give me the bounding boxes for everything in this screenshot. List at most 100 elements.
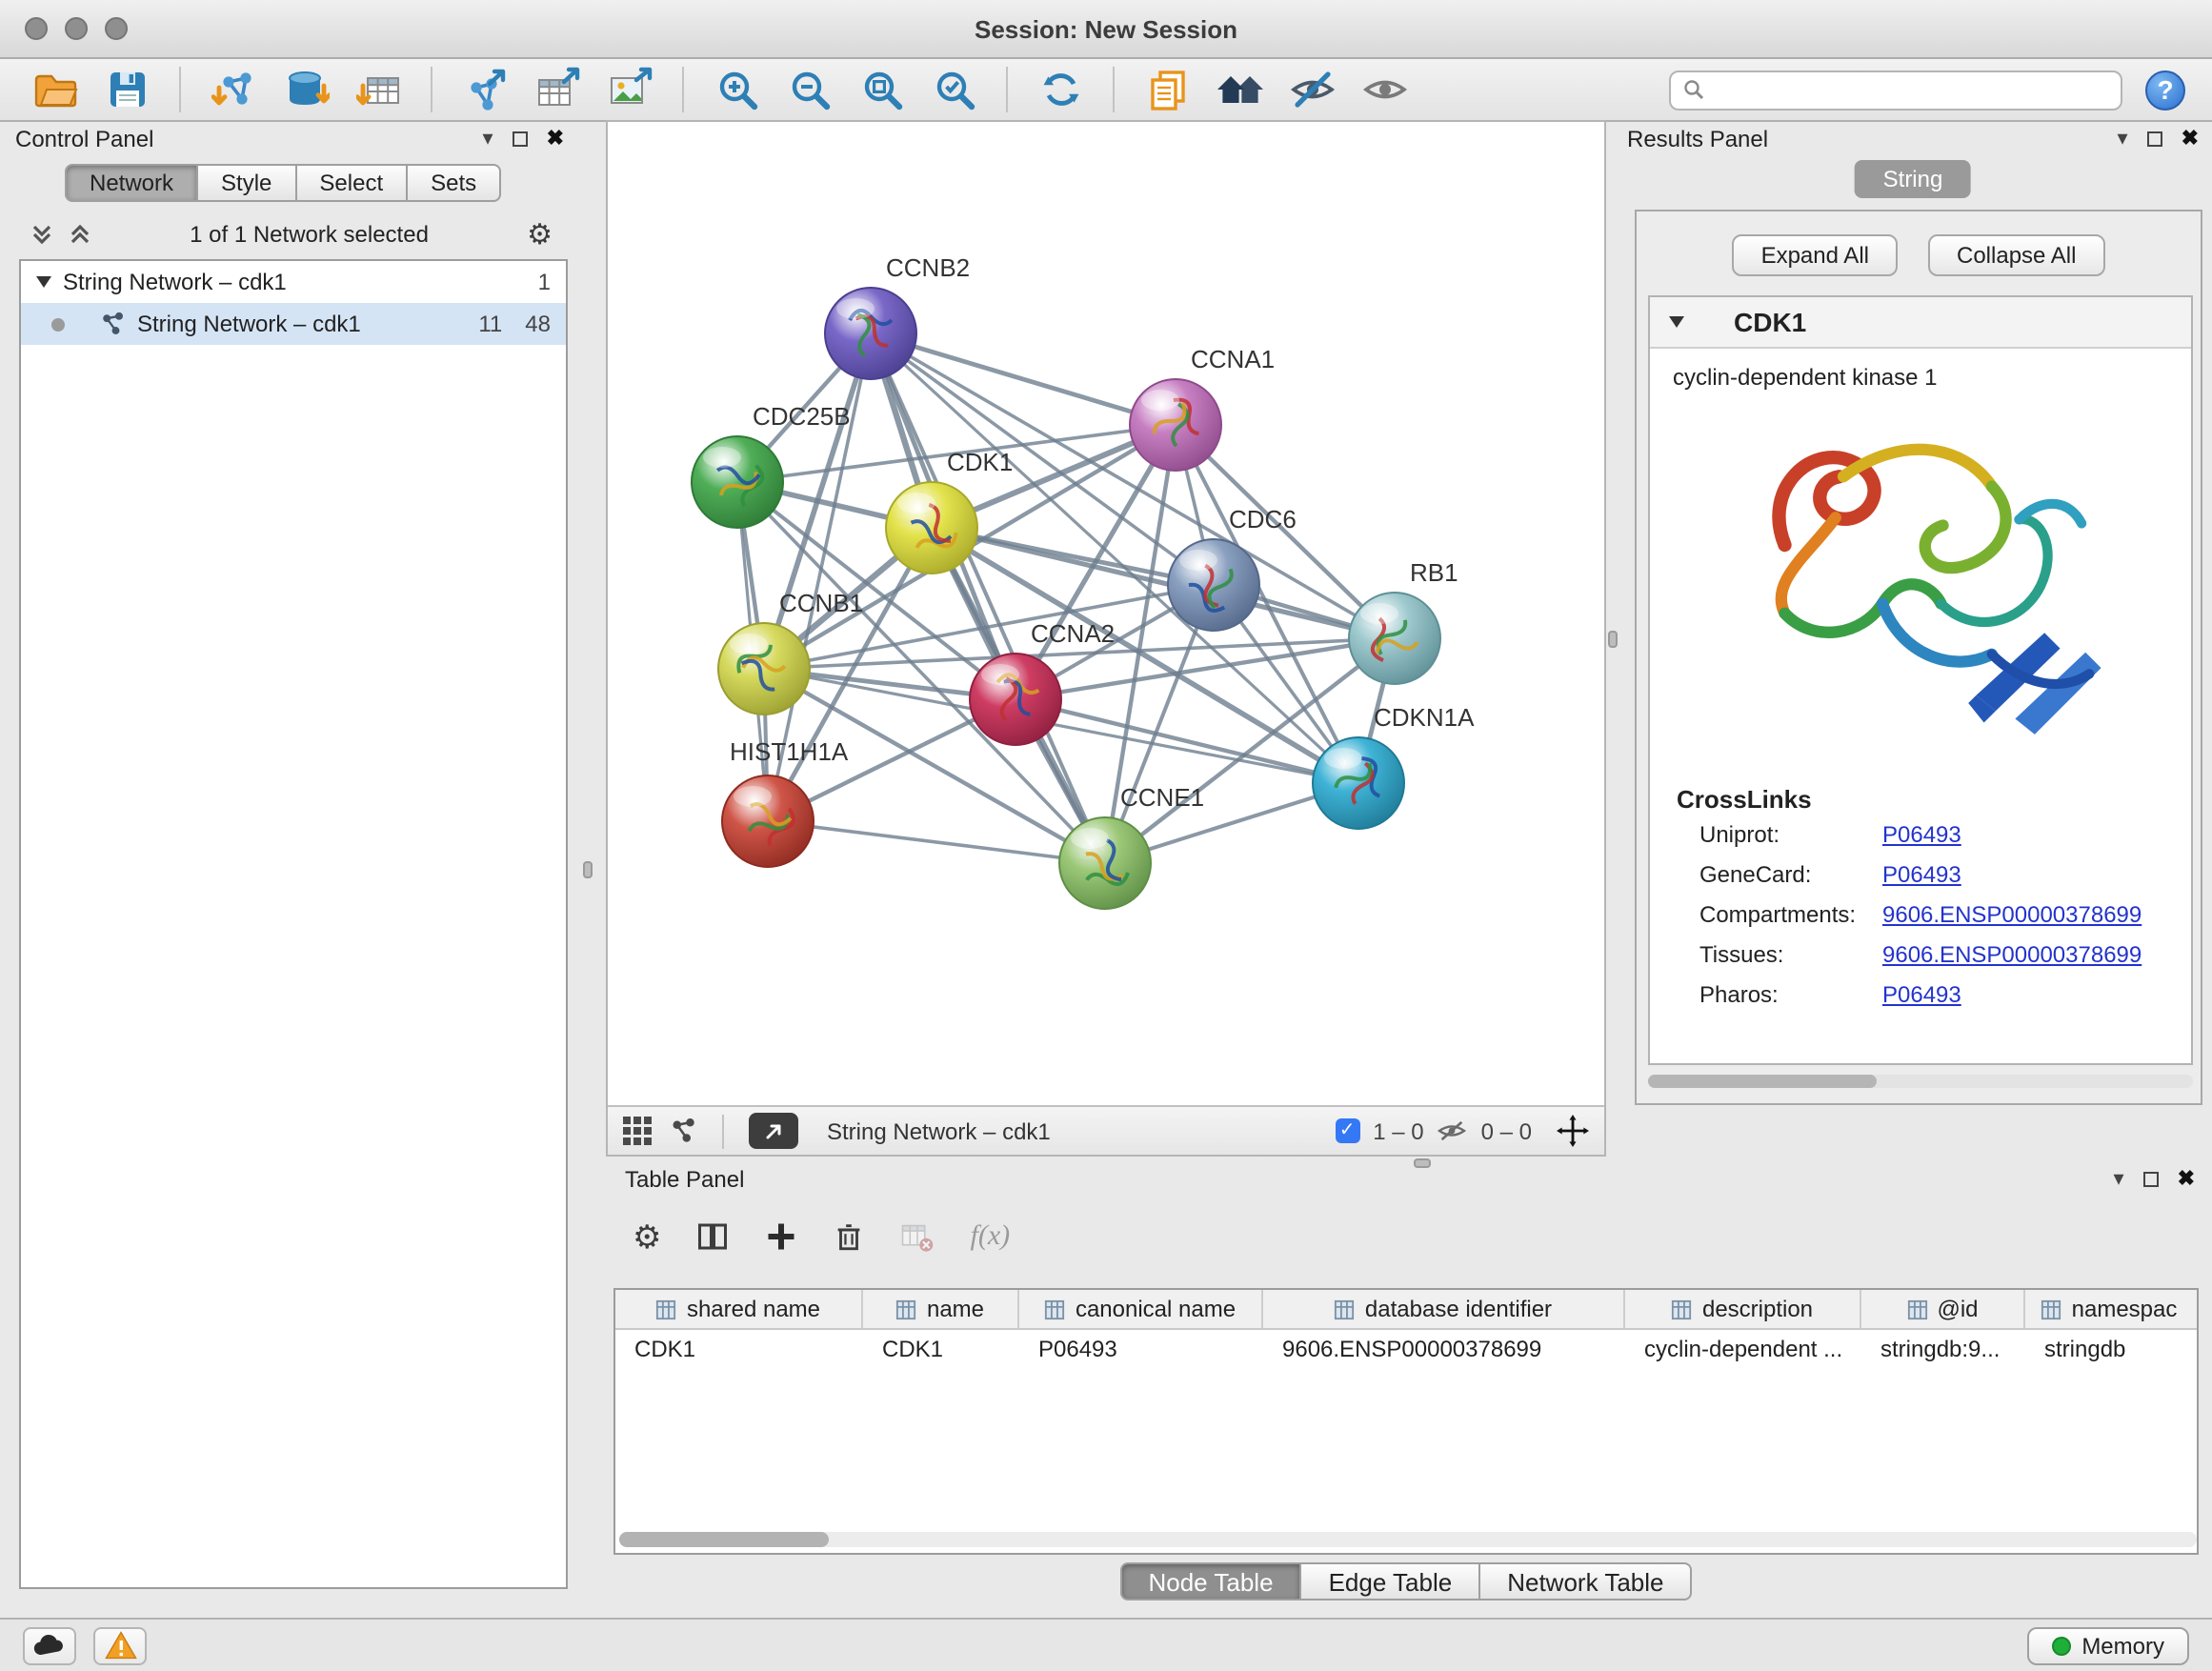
- export-image-icon: [607, 67, 653, 112]
- pharos-link[interactable]: P06493: [1882, 981, 1961, 1008]
- export-image-button[interactable]: [602, 63, 657, 116]
- export-table-button[interactable]: [530, 63, 585, 116]
- column-header[interactable]: namespac: [2025, 1290, 2193, 1328]
- memory-button[interactable]: Memory: [2026, 1626, 2189, 1664]
- import-network-database-button[interactable]: [278, 63, 333, 116]
- section-collapse-icon[interactable]: [1669, 316, 1684, 328]
- pan-crosshair-icon[interactable]: [1557, 1115, 1589, 1147]
- panel-maximize-icon[interactable]: [2143, 1172, 2159, 1187]
- panel-float-icon[interactable]: ▾: [2118, 129, 2128, 150]
- table-horizontal-scrollbar[interactable]: [619, 1532, 2197, 1547]
- compartments-link[interactable]: 9606.ENSP00000378699: [1882, 901, 2142, 928]
- selected-checkbox[interactable]: ✓: [1335, 1118, 1359, 1143]
- import-table-button[interactable]: [351, 63, 406, 116]
- zoom-selected-button[interactable]: [926, 63, 981, 116]
- cell-canonical-name: P06493: [1019, 1330, 1263, 1370]
- panel-float-icon[interactable]: ▾: [483, 129, 493, 150]
- network-list: String Network – cdk1 1 String Network –…: [19, 259, 568, 1589]
- search-field: [1669, 70, 2122, 110]
- zoom-in-button[interactable]: [709, 63, 764, 116]
- bottom-splitter-handle[interactable]: [1414, 1158, 1431, 1168]
- toolbar-separator: [179, 67, 181, 112]
- tab-node-table[interactable]: Node Table: [1119, 1562, 1301, 1601]
- crosslink-row: Uniprot: P06493: [1699, 821, 2191, 848]
- warning-button[interactable]: [93, 1626, 147, 1664]
- network-collection-row[interactable]: String Network – cdk1 1: [21, 261, 566, 303]
- tab-network-table[interactable]: Network Table: [1480, 1562, 1692, 1601]
- collapse-all-icon[interactable]: [30, 223, 53, 246]
- expand-all-icon[interactable]: [69, 223, 91, 246]
- show-columns-icon[interactable]: [696, 1219, 731, 1254]
- network-node-rb1[interactable]: RB1: [1349, 558, 1458, 684]
- add-column-icon[interactable]: [765, 1219, 799, 1254]
- panel-close-icon[interactable]: ✖: [2178, 1169, 2195, 1190]
- collapse-all-button[interactable]: Collapse All: [1928, 234, 2104, 276]
- network-canvas[interactable]: CCNB2CCNA1CDC25BCDK1CDC6RB1CCNB1CCNA2CDK…: [608, 122, 1604, 1105]
- table-options-gear-icon[interactable]: ⚙: [633, 1220, 662, 1253]
- expand-all-button[interactable]: Expand All: [1733, 234, 1898, 276]
- network-node-cdk1[interactable]: CDK1: [886, 448, 1013, 574]
- panel-close-icon[interactable]: ✖: [2182, 129, 2199, 150]
- delete-column-icon[interactable]: [834, 1219, 866, 1254]
- cloud-button[interactable]: [23, 1626, 76, 1664]
- network-node-ccna1[interactable]: CCNA1: [1130, 345, 1275, 471]
- network-view[interactable]: CCNB2CCNA1CDC25BCDK1CDC6RB1CCNB1CCNA2CDK…: [606, 120, 1606, 1157]
- tissues-link[interactable]: 9606.ENSP00000378699: [1882, 941, 2142, 968]
- export-network-button[interactable]: [457, 63, 513, 116]
- column-header[interactable]: shared name: [615, 1290, 863, 1328]
- network-options-gear-icon[interactable]: ⚙: [527, 220, 553, 249]
- tab-select[interactable]: Select: [296, 164, 408, 202]
- results-scrollbar[interactable]: [1648, 1075, 2193, 1088]
- column-edit-icon: [1672, 1299, 1693, 1319]
- tab-style[interactable]: Style: [198, 164, 296, 202]
- tab-edge-table[interactable]: Edge Table: [1302, 1562, 1481, 1601]
- genecard-link[interactable]: P06493: [1882, 861, 1961, 888]
- network-row-selected[interactable]: String Network – cdk1 11 48: [21, 303, 566, 345]
- network-glyph-icon[interactable]: [669, 1117, 697, 1145]
- crosslink-label: Uniprot:: [1699, 821, 1882, 848]
- zoom-out-button[interactable]: [781, 63, 836, 116]
- home-view-button[interactable]: [1212, 63, 1267, 116]
- column-header[interactable]: database identifier: [1263, 1290, 1625, 1328]
- panel-maximize-icon[interactable]: [513, 131, 528, 147]
- delete-table-icon: [900, 1220, 936, 1253]
- tab-sets[interactable]: Sets: [408, 164, 501, 202]
- uniprot-link[interactable]: P06493: [1882, 821, 1961, 848]
- network-node-ccnb2[interactable]: CCNB2: [825, 253, 970, 379]
- network-node-ccne1[interactable]: CCNE1: [1059, 783, 1204, 909]
- network-node-ccnb1[interactable]: CCNB1: [718, 589, 863, 715]
- panel-float-icon[interactable]: ▾: [2114, 1169, 2124, 1190]
- panel-maximize-icon[interactable]: [2147, 131, 2162, 147]
- open-in-window-button[interactable]: [749, 1113, 798, 1149]
- tree-expand-icon[interactable]: [36, 276, 51, 288]
- network-node-hist1h1a[interactable]: HIST1H1A: [722, 737, 849, 867]
- column-edit-icon: [656, 1299, 677, 1319]
- apply-layout-button[interactable]: [1033, 63, 1088, 116]
- column-header[interactable]: @id: [1861, 1290, 2025, 1328]
- crosslink-label: GeneCard:: [1699, 861, 1882, 888]
- save-session-button[interactable]: [99, 63, 154, 116]
- zoom-fit-button[interactable]: [854, 63, 909, 116]
- gene-section: CDK1 cyclin-dependent kinase 1: [1648, 295, 2193, 1065]
- panel-close-icon[interactable]: ✖: [547, 129, 564, 150]
- column-header[interactable]: name: [863, 1290, 1019, 1328]
- birdseye-grid-icon[interactable]: [623, 1117, 652, 1145]
- toolbar-separator: [682, 67, 684, 112]
- hide-selected-button[interactable]: [1284, 63, 1339, 116]
- gene-section-header[interactable]: CDK1: [1650, 297, 2191, 349]
- column-header[interactable]: description: [1625, 1290, 1861, 1328]
- table-row[interactable]: CDK1 CDK1 P06493 9606.ENSP00000378699 cy…: [615, 1330, 2197, 1370]
- network-node-cdkn1a[interactable]: CDKN1A: [1313, 703, 1475, 829]
- left-splitter-handle[interactable]: [583, 861, 593, 878]
- node-count: 11: [478, 311, 502, 337]
- duplicate-document-button[interactable]: [1139, 63, 1195, 116]
- show-all-button[interactable]: [1357, 63, 1412, 116]
- tab-string[interactable]: String: [1855, 160, 1972, 198]
- open-session-button[interactable]: [27, 63, 82, 116]
- tab-network[interactable]: Network: [65, 164, 198, 202]
- search-input[interactable]: [1713, 76, 2109, 103]
- right-splitter-handle[interactable]: [1608, 631, 1618, 648]
- column-header[interactable]: canonical name: [1019, 1290, 1263, 1328]
- help-button[interactable]: ?: [2145, 70, 2185, 110]
- import-network-file-button[interactable]: [206, 63, 261, 116]
